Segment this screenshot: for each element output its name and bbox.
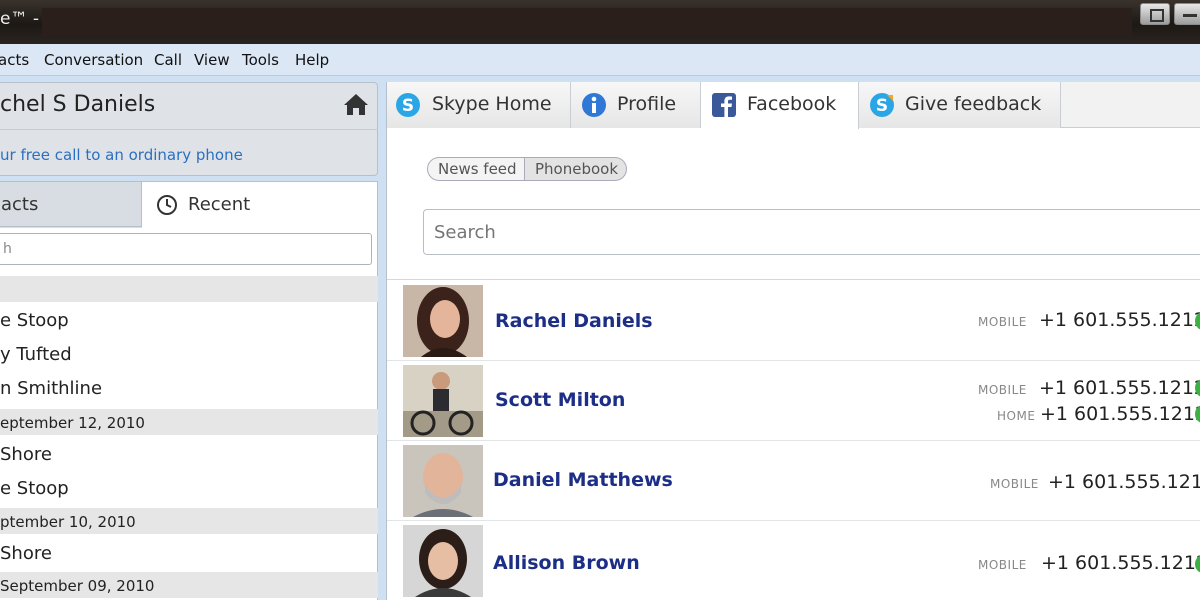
group-header: eptember 12, 2010	[0, 409, 378, 435]
group-header: September 09, 2010	[0, 572, 378, 598]
list-item[interactable]: e Stoop	[0, 310, 69, 331]
menu-view[interactable]: View	[194, 51, 230, 69]
tab-facebook-label: Facebook	[747, 93, 837, 115]
profile-name[interactable]: chel S Daniels	[0, 92, 155, 117]
phone-number[interactable]: +1 601.555.1212	[1041, 552, 1200, 574]
group-date: ptember 10, 2010	[0, 513, 136, 531]
avatar	[403, 365, 483, 437]
avatar	[403, 445, 483, 517]
menu-conversation[interactable]: Conversation	[44, 51, 143, 69]
title-redacted-area	[42, 8, 1132, 36]
tab-recent-label: Recent	[188, 194, 251, 215]
table-row[interactable]: Scott Milton MOBILE +1 601.555.1212 HOME…	[387, 361, 1200, 441]
contact-search-placeholder: h	[3, 241, 12, 257]
restore-window-button[interactable]	[1140, 3, 1170, 25]
tab-profile-label: Profile	[617, 93, 677, 115]
clock-icon	[157, 195, 177, 215]
contact-name[interactable]: Scott Milton	[495, 389, 625, 411]
skype-icon: S	[396, 93, 420, 117]
tab-give-feedback[interactable]: S Give feedback	[859, 82, 1061, 128]
tab-contacts-label: acts	[1, 194, 39, 215]
list-item[interactable]: n Smithline	[0, 378, 102, 399]
phone-number[interactable]: +1 601.555.1212	[1039, 377, 1200, 399]
skype-feedback-icon: S	[870, 93, 894, 117]
svg-text:S: S	[876, 96, 888, 116]
phonebook-toggle[interactable]: Phonebook	[524, 157, 627, 181]
avatar	[403, 285, 483, 357]
menu-call[interactable]: Call	[154, 51, 182, 69]
list-item[interactable]: e Stoop	[0, 478, 69, 499]
menu-contacts[interactable]: acts	[0, 51, 29, 69]
group-header: ptember 10, 2010	[0, 508, 378, 534]
phone-label: MOBILE	[978, 383, 1027, 397]
phonebook-label: Phonebook	[535, 160, 619, 178]
tab-facebook[interactable]: Facebook	[701, 82, 859, 129]
phone-number[interactable]: +1 601.555.1212	[1039, 309, 1200, 331]
tab-skype-home[interactable]: S Skype Home	[387, 82, 571, 128]
contact-name[interactable]: Rachel Daniels	[495, 310, 653, 332]
group-header-empty	[0, 276, 378, 302]
left-tabs: acts Recent	[0, 181, 378, 228]
facebook-icon	[712, 93, 736, 117]
phonebook-search-input[interactable]	[434, 219, 1134, 245]
window-title: e™ -	[0, 9, 39, 29]
contact-search-input[interactable]: h	[0, 233, 372, 265]
phone-label: HOME	[997, 409, 1036, 423]
info-icon	[582, 93, 606, 117]
avatar	[403, 525, 483, 597]
phone-label: MOBILE	[990, 477, 1039, 491]
main-tabbar: S Skype Home Profile Facebook S Give fee…	[387, 82, 1200, 129]
main-panel: S Skype Home Profile Facebook S Give fee…	[386, 82, 1200, 600]
minimize-window-button[interactable]	[1174, 3, 1200, 25]
tab-recent[interactable]: Recent	[142, 181, 378, 228]
phonebook-search	[423, 209, 1200, 255]
search-separator	[387, 279, 1200, 280]
contact-name[interactable]: Allison Brown	[493, 552, 640, 574]
menu-bar: acts Conversation Call View Tools Help	[0, 44, 1200, 76]
svg-text:S: S	[402, 96, 414, 116]
title-bar: e™ -	[0, 0, 1200, 44]
phone-label: MOBILE	[978, 558, 1027, 572]
home-icon[interactable]	[343, 92, 369, 116]
free-call-link[interactable]: ur free call to an ordinary phone	[0, 146, 243, 164]
list-item[interactable]: Shore	[0, 444, 52, 465]
group-date: eptember 12, 2010	[0, 414, 145, 432]
phone-label: MOBILE	[978, 315, 1027, 329]
table-row[interactable]: Rachel Daniels MOBILE +1 601.555.1212	[387, 281, 1200, 361]
table-row[interactable]: Allison Brown MOBILE +1 601.555.1212	[387, 521, 1200, 600]
profile-divider	[0, 129, 378, 130]
tab-give-feedback-label: Give feedback	[905, 93, 1042, 115]
tab-contacts[interactable]: acts	[0, 181, 142, 227]
recent-list: h e Stoop y Tufted n Smithline eptember …	[0, 228, 378, 600]
group-date: September 09, 2010	[0, 577, 155, 595]
phone-number[interactable]: +1 601.555.1212	[1048, 471, 1200, 493]
tab-skype-home-label: Skype Home	[432, 93, 552, 115]
contact-name[interactable]: Daniel Matthews	[493, 469, 673, 491]
list-item[interactable]: Shore	[0, 543, 52, 564]
list-item[interactable]: y Tufted	[0, 344, 72, 365]
menu-tools[interactable]: Tools	[242, 51, 279, 69]
menu-help[interactable]: Help	[295, 51, 329, 69]
phone-number[interactable]: +1 601.555.1212	[1040, 403, 1200, 425]
table-row[interactable]: Daniel Matthews MOBILE +1 601.555.1212	[387, 441, 1200, 521]
news-feed-toggle[interactable]: News feed	[427, 157, 525, 181]
news-feed-label: News feed	[438, 160, 517, 178]
tab-profile[interactable]: Profile	[571, 82, 701, 128]
